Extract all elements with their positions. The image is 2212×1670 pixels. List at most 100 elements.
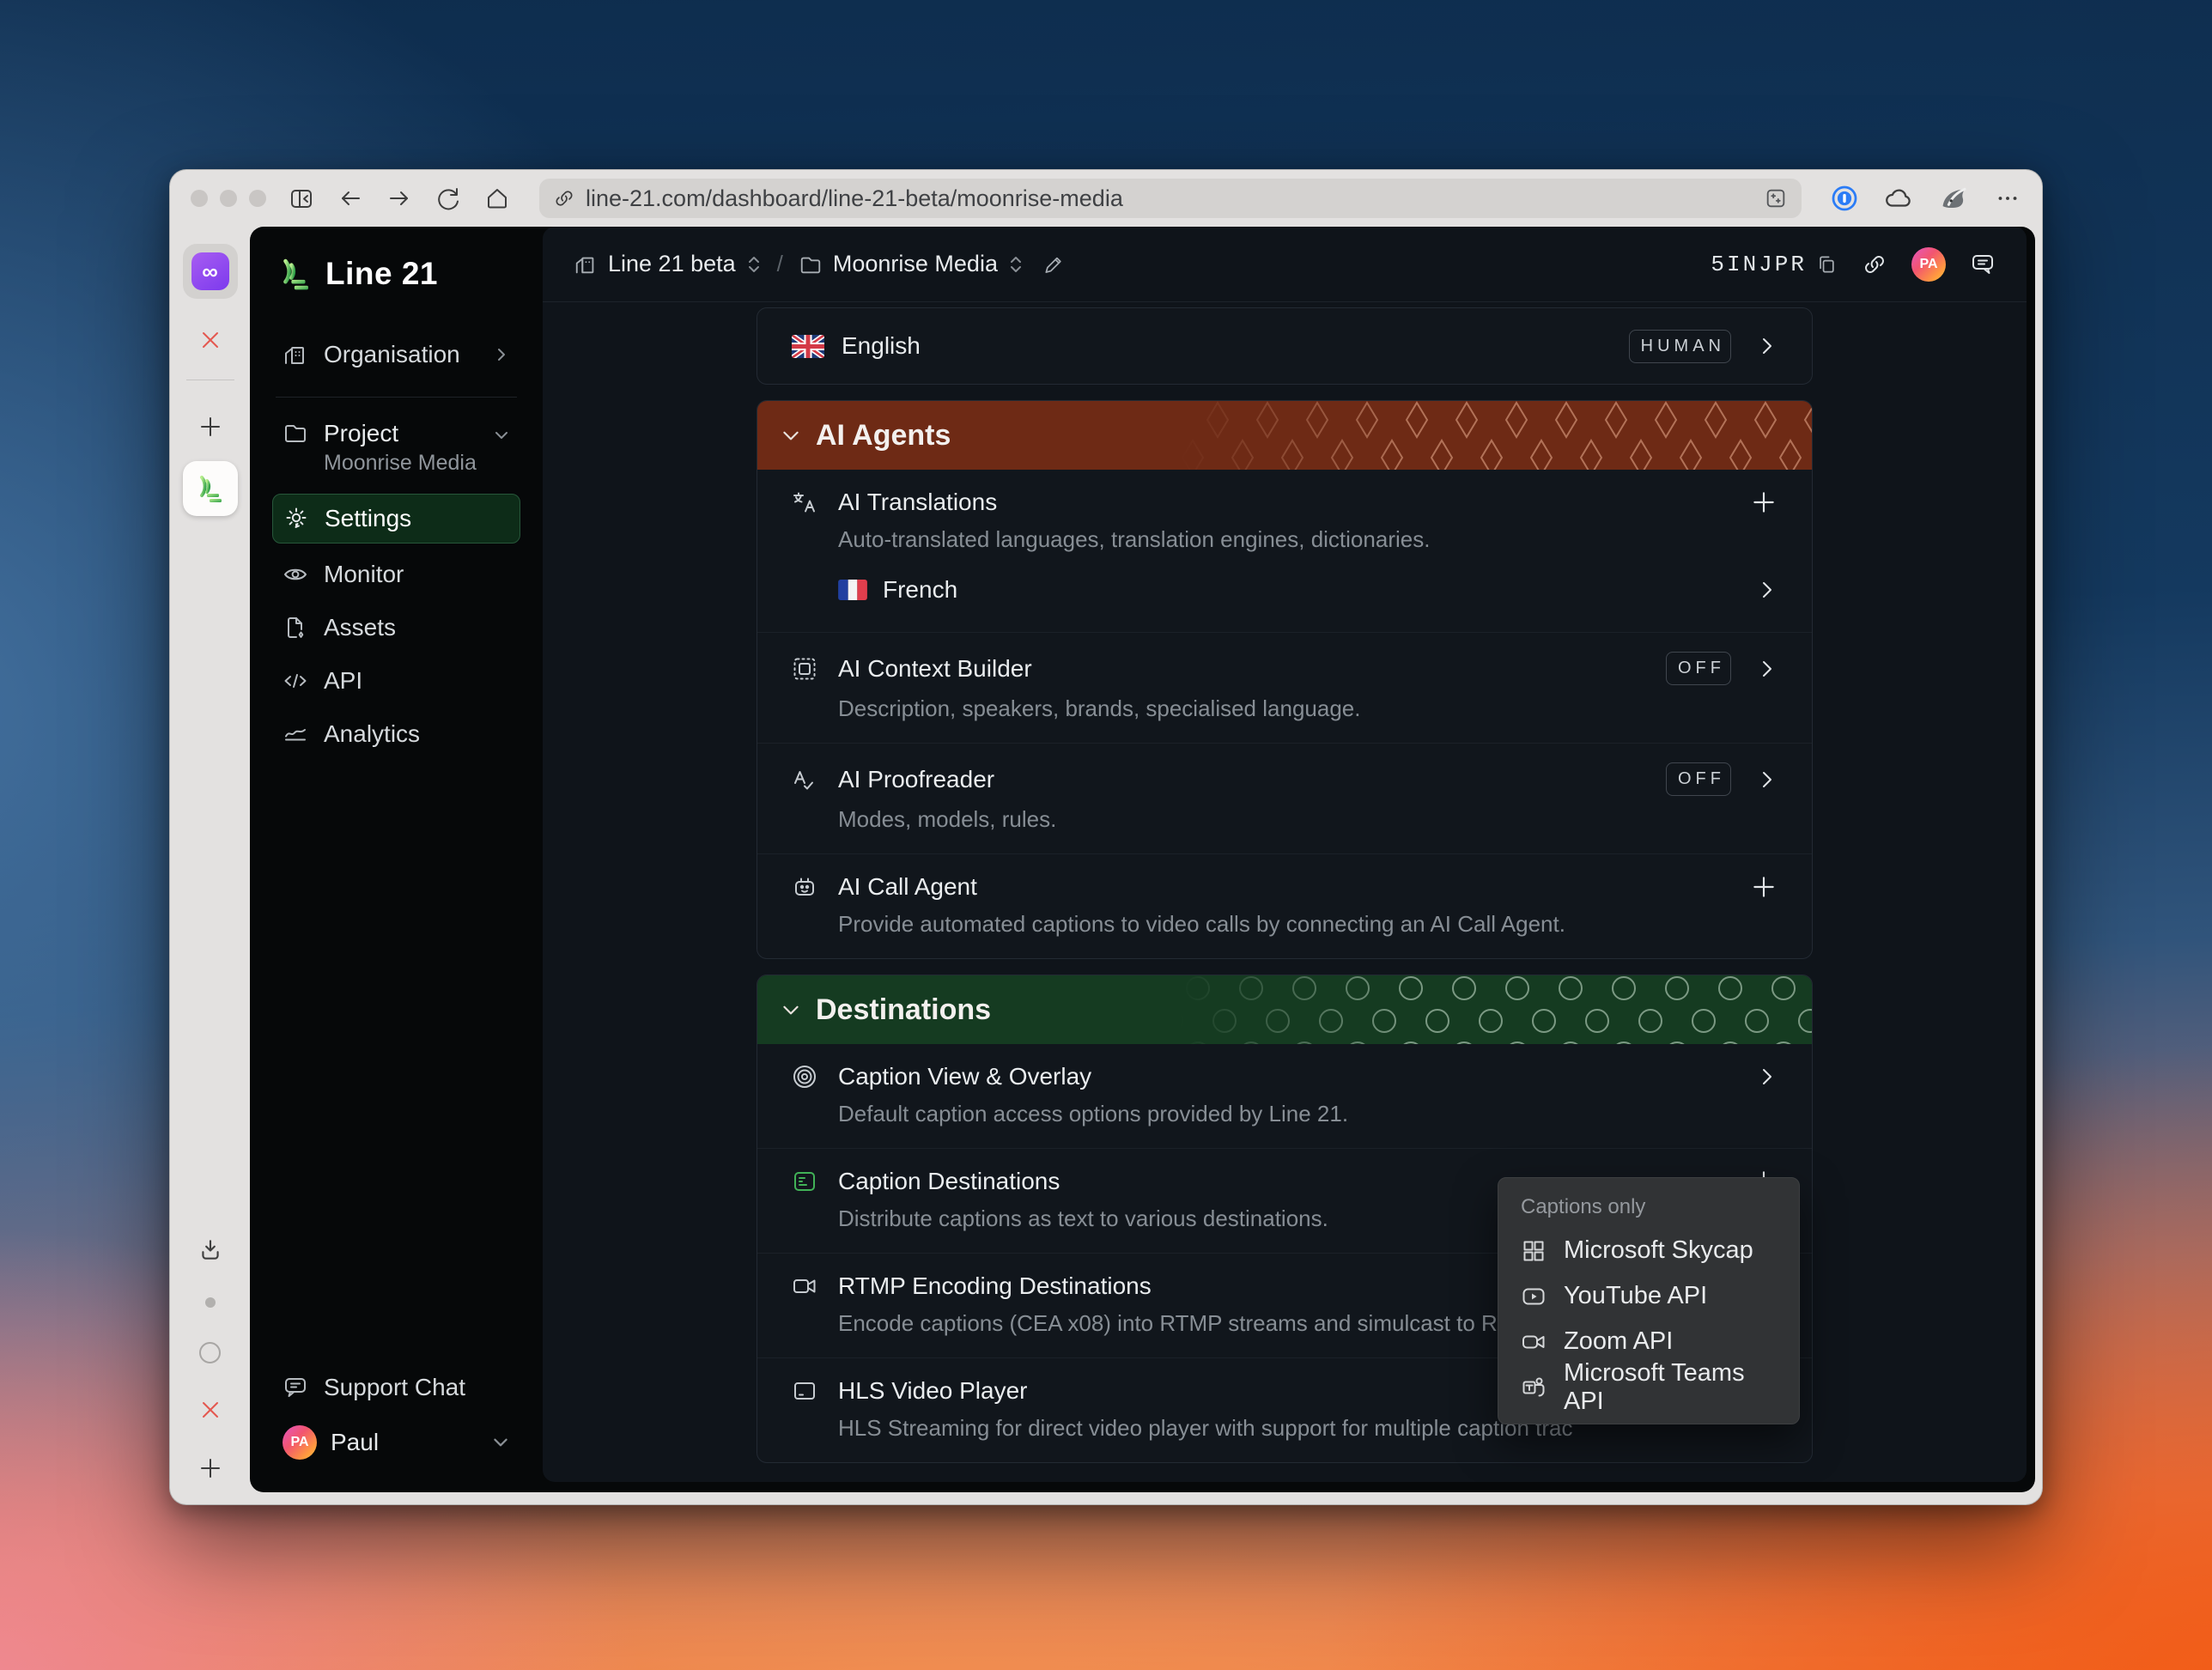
window-close-button[interactable] <box>191 190 208 207</box>
sidebar-item-analytics[interactable]: Analytics <box>272 712 520 756</box>
downloads-icon[interactable] <box>198 1237 223 1263</box>
copy-icon[interactable] <box>1815 253 1838 276</box>
setting-row-ai-translations[interactable]: AI Translations Auto-translated language… <box>757 470 1812 632</box>
youtube-icon <box>1522 1288 1545 1304</box>
address-bar[interactable]: line-21.com/dashboard/line-21-beta/moonr… <box>539 179 1802 218</box>
new-tab-icon-bottom[interactable] <box>198 1456 222 1480</box>
menu-item-microsoft-skycap[interactable]: Microsoft Skycap <box>1498 1228 1799 1273</box>
setting-subtitle: Auto-translated languages, translation e… <box>838 526 1431 552</box>
sidebar-project-selector[interactable]: Project Moonrise Media <box>272 420 520 476</box>
chevron-right-icon[interactable] <box>1757 580 1778 600</box>
setting-title: Caption Destinations <box>838 1168 1060 1194</box>
destinations-section-header[interactable]: Destinations <box>757 975 1812 1044</box>
settings-scroll-area: English HUMAN AI Agents AI Translations … <box>543 302 2027 1482</box>
setting-row-caption-view-overlay[interactable]: Caption View & Overlay Default caption a… <box>757 1044 1812 1148</box>
off-badge: OFF <box>1666 762 1731 796</box>
chevron-right-icon[interactable] <box>1757 1066 1778 1087</box>
sidebar-item-label: API <box>324 667 363 695</box>
chevron-right-icon[interactable] <box>1757 769 1778 790</box>
setting-row-ai-proofreader[interactable]: AI Proofreader OFF Modes, models, rules. <box>757 743 1812 853</box>
desktop-background: line-21.com/dashboard/line-21-beta/moonr… <box>0 0 2212 1670</box>
sidebar-item-monitor[interactable]: Monitor <box>272 552 520 597</box>
feedback-chat-icon[interactable] <box>1970 252 1996 277</box>
eye-icon <box>284 568 307 580</box>
breadcrumb-separator: / <box>776 251 783 276</box>
menu-item-youtube-api[interactable]: YouTube API <box>1498 1273 1799 1319</box>
more-menu-icon[interactable] <box>1994 185 2021 212</box>
chevron-down-icon <box>495 432 507 439</box>
collapse-chevron-icon[interactable] <box>780 999 802 1021</box>
new-tab-icon[interactable] <box>198 415 222 439</box>
sidebar-item-label: Monitor <box>324 561 404 588</box>
app-logo: Line 21 <box>276 254 520 294</box>
sidebar-item-settings[interactable]: Settings <box>272 494 520 544</box>
sidebar-item-label: Support Chat <box>324 1374 465 1400</box>
web-content: Line 21 Organisation Project Moonrise Me… <box>250 227 2035 1492</box>
browser-toolbar: line-21.com/dashboard/line-21-beta/moonr… <box>170 170 2042 227</box>
breadcrumb-org[interactable]: Line 21 beta <box>574 251 762 277</box>
project-code: 5INJPR <box>1711 251 1807 277</box>
language-row-french[interactable]: French <box>838 570 1778 610</box>
sidebar-item-api[interactable]: API <box>272 659 520 703</box>
header-avatar[interactable]: PA <box>1911 246 1946 282</box>
browser-tab-strip: ∞ <box>170 227 250 1504</box>
setting-subtitle: Default caption access options provided … <box>838 1101 1349 1126</box>
setting-row-ai-context-builder[interactable]: AI Context Builder OFF Description, spea… <box>757 632 1812 743</box>
forward-icon[interactable] <box>386 185 412 211</box>
uk-flag-icon <box>792 334 824 358</box>
setting-title: HLS Video Player <box>838 1377 1028 1404</box>
collapse-chevron-icon[interactable] <box>780 424 802 446</box>
area-chart-icon <box>285 729 306 741</box>
add-button[interactable] <box>1750 489 1778 516</box>
close-tab-icon-bottom[interactable] <box>198 1398 222 1422</box>
home-icon[interactable] <box>484 185 510 211</box>
organisation-icon <box>575 257 594 273</box>
menu-item-label: YouTube API <box>1564 1282 1708 1309</box>
human-badge: HUMAN <box>1628 329 1731 363</box>
edit-pencil-icon[interactable] <box>1042 253 1065 276</box>
teams-icon <box>1522 1377 1545 1396</box>
url-text: line-21.com/dashboard/line-21-beta/moonr… <box>586 185 1123 211</box>
target-icon <box>793 1066 816 1088</box>
sidebar-item-label: Organisation <box>324 341 460 367</box>
ai-agents-section-header[interactable]: AI Agents <box>757 401 1812 470</box>
extensions-icon[interactable] <box>1764 186 1788 210</box>
toggle-sidebar-icon[interactable] <box>289 185 314 211</box>
reload-icon[interactable] <box>435 185 461 211</box>
sidebar-item-support-chat[interactable]: Support Chat <box>272 1365 520 1410</box>
cloud-icon[interactable] <box>1884 184 1913 213</box>
share-link-icon[interactable] <box>1862 252 1887 277</box>
back-icon[interactable] <box>337 185 363 211</box>
sidebar-item-assets[interactable]: Assets <box>272 605 520 650</box>
ai-agents-card: AI Agents AI Translations Auto-translate… <box>757 400 1813 959</box>
chevron-down-icon <box>494 1438 507 1447</box>
add-button[interactable] <box>1750 873 1778 901</box>
video-camera-icon <box>793 1279 816 1293</box>
language-row-english[interactable]: English HUMAN <box>757 308 1812 384</box>
tabstrip-circle-button[interactable] <box>199 1342 221 1363</box>
onepassword-icon[interactable] <box>1831 185 1858 212</box>
purple-app-tab-icon[interactable]: ∞ <box>191 252 229 290</box>
menu-item-microsoft-teams-api[interactable]: Microsoft Teams API <box>1498 1359 1799 1415</box>
select-chevrons-icon <box>1010 256 1021 272</box>
chevron-right-icon[interactable] <box>1757 336 1778 356</box>
chevron-right-icon[interactable] <box>1757 659 1778 679</box>
france-flag-icon <box>838 580 867 600</box>
breadcrumb-project[interactable]: Moonrise Media <box>799 251 1024 277</box>
menu-item-label: Microsoft Skycap <box>1564 1236 1753 1264</box>
folder-icon <box>800 257 821 273</box>
active-tab-line21[interactable] <box>182 461 238 516</box>
window-minimize-button[interactable] <box>220 190 237 207</box>
sidebar-user-menu[interactable]: PA Paul <box>272 1418 520 1467</box>
setting-title: AI Proofreader <box>838 765 995 792</box>
app-sidebar: Line 21 Organisation Project Moonrise Me… <box>250 227 543 1492</box>
menu-item-zoom-api[interactable]: Zoom API <box>1498 1319 1799 1364</box>
close-tab-icon[interactable] <box>198 328 222 352</box>
line21-tab-logo-icon <box>199 476 222 502</box>
privacy-badger-icon[interactable] <box>1939 184 1968 213</box>
settings-gear-icon <box>286 507 307 529</box>
window-zoom-button[interactable] <box>249 190 266 207</box>
sidebar-item-organisation[interactable]: Organisation <box>272 332 520 377</box>
tabstrip-dot-indicator <box>204 1297 216 1308</box>
setting-row-ai-call-agent[interactable]: AI Call Agent Provide automated captions… <box>757 853 1812 958</box>
